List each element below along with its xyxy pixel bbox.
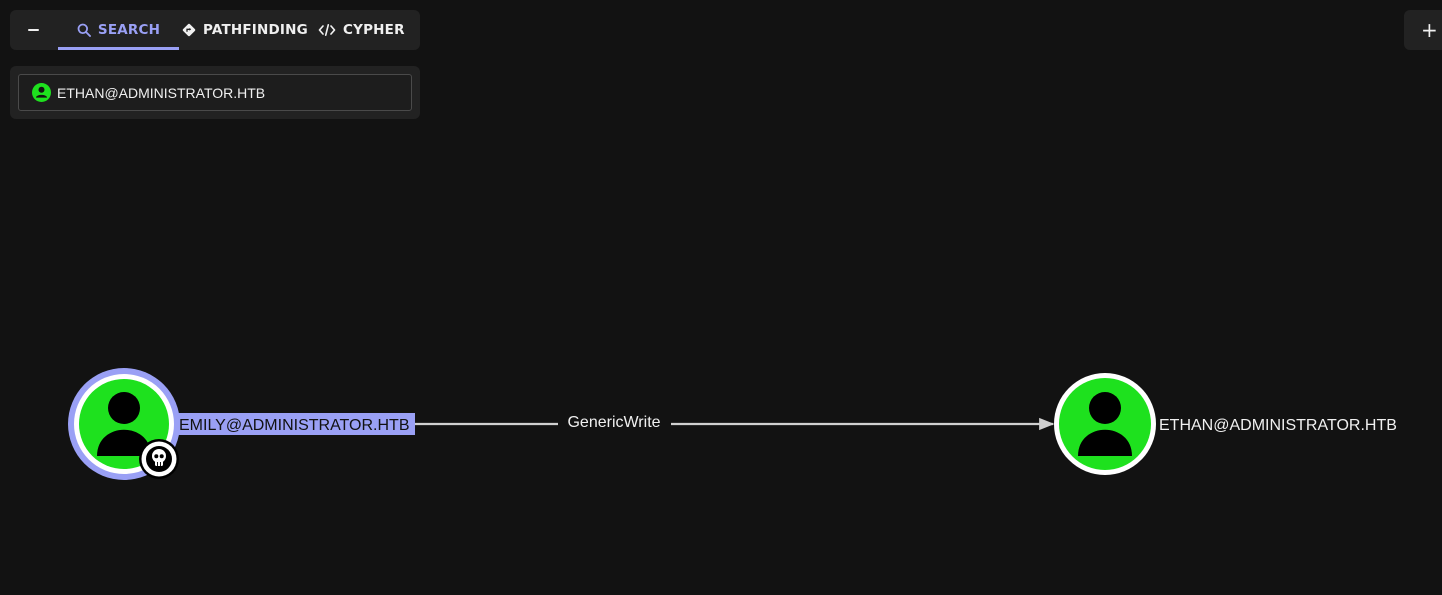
edge-label: GenericWrite xyxy=(567,414,660,431)
graph-node-emily[interactable]: EMILY@ADMINISTRATOR.HTB xyxy=(68,368,415,480)
graph-edge-genericwrite[interactable]: GenericWrite xyxy=(412,411,1055,435)
skull-icon xyxy=(139,439,179,479)
graph-node-ethan[interactable]: ETHAN@ADMINISTRATOR.HTB xyxy=(1054,373,1397,475)
node-label-ethan: ETHAN@ADMINISTRATOR.HTB xyxy=(1159,417,1397,434)
bloodhound-graph-view: SEARCH PATHFINDING CYPHER ETHAN@ADMINIST… xyxy=(0,0,1442,595)
node-label-emily: EMILY@ADMINISTRATOR.HTB xyxy=(179,417,409,434)
graph-canvas[interactable]: GenericWrite EMILY@ADMINISTRATOR.HTB ETH… xyxy=(0,0,1442,595)
